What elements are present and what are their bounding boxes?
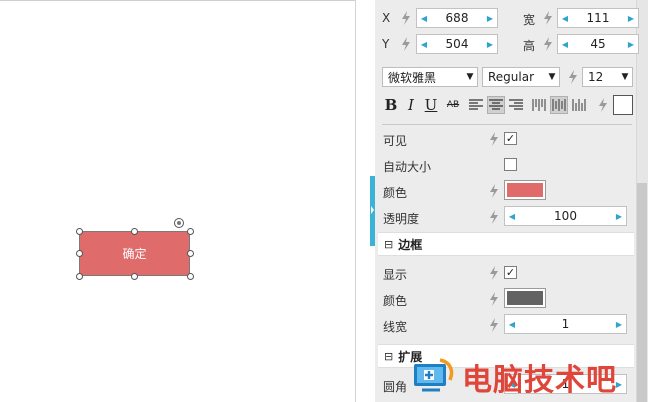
border-show-checkbox[interactable]: ✓ [504, 266, 517, 279]
opacity-decrement-icon[interactable]: ◀ [505, 207, 519, 225]
font-size-value: 12 [588, 70, 604, 84]
opacity-increment-icon[interactable]: ▶ [612, 207, 626, 225]
corner-radius-label: 圆角 [383, 380, 408, 394]
x-label: X [382, 11, 391, 25]
bold-button[interactable]: B [382, 96, 400, 114]
width-increment-icon[interactable]: ▶ [624, 9, 638, 27]
resize-handle-top-right[interactable] [187, 228, 194, 235]
y-bolt-icon[interactable] [401, 37, 411, 51]
height-stepper[interactable]: ◀ 45 ▶ [557, 34, 639, 54]
x-value[interactable]: 688 [431, 11, 483, 25]
font-family-value: 微软雅黑 [388, 70, 437, 85]
font-style-value: Regular [488, 70, 535, 84]
watermark-text: 电脑技术吧 [462, 363, 617, 398]
rotate-handle-icon[interactable] [174, 218, 184, 228]
autosize-checkbox[interactable] [504, 158, 517, 171]
property-panel [375, 0, 648, 402]
font-size-dropdown-icon[interactable]: ▼ [618, 72, 632, 82]
extend-collapse-icon[interactable]: ⊟ [384, 350, 393, 363]
border-width-label: 线宽 [383, 320, 408, 334]
valign-bottom-icon[interactable] [570, 96, 588, 114]
design-canvas[interactable]: 确定 [0, 0, 356, 402]
toolbar-divider [382, 124, 632, 125]
align-left-icon[interactable] [467, 96, 485, 114]
font-family-dropdown-icon[interactable]: ▼ [463, 72, 477, 82]
panel-gutter [356, 0, 370, 402]
opacity-bolt-icon[interactable] [489, 210, 499, 224]
valign-middle-icon[interactable] [550, 96, 568, 114]
resize-handle-bottom-left[interactable] [76, 273, 83, 280]
font-size-bolt-icon[interactable] [568, 70, 578, 84]
resize-handle-right[interactable] [187, 250, 194, 257]
border-section-header[interactable]: ⊟ 边框 [378, 232, 634, 256]
resize-handle-top-left[interactable] [76, 228, 83, 235]
width-bolt-icon[interactable] [543, 11, 553, 25]
height-value[interactable]: 45 [572, 37, 624, 51]
fill-color-bolt-icon[interactable] [489, 184, 499, 198]
opacity-label: 透明度 [383, 212, 420, 226]
height-label: 高 [523, 39, 536, 53]
fill-color-label: 颜色 [383, 186, 408, 200]
fill-color-swatch[interactable] [504, 180, 546, 200]
widget-label: 确定 [122, 247, 147, 261]
width-label: 宽 [523, 13, 536, 27]
align-right-icon[interactable] [507, 96, 525, 114]
visible-checkbox[interactable]: ✓ [504, 132, 517, 145]
height-decrement-icon[interactable]: ◀ [558, 35, 572, 53]
strikethrough-button[interactable]: AB [443, 96, 463, 114]
border-color-swatch[interactable] [504, 288, 546, 308]
width-decrement-icon[interactable]: ◀ [558, 9, 572, 27]
valign-top-icon[interactable] [530, 96, 548, 114]
y-decrement-icon[interactable]: ◀ [417, 35, 431, 53]
align-center-icon[interactable] [487, 96, 505, 114]
watermark: 电脑技术吧 [410, 352, 648, 402]
text-color-bolt-icon[interactable] [598, 98, 608, 112]
y-increment-icon[interactable]: ▶ [483, 35, 497, 53]
border-color-label: 颜色 [383, 294, 408, 308]
canvas-top-border [0, 0, 356, 1]
y-label: Y [382, 37, 390, 51]
text-color-swatch[interactable] [613, 95, 633, 115]
italic-button[interactable]: I [402, 96, 420, 114]
border-width-value[interactable]: 1 [519, 317, 612, 331]
font-family-select[interactable]: 微软雅黑 ▼ [382, 67, 478, 87]
autosize-label: 自动大小 [383, 160, 432, 174]
font-size-select[interactable]: 12 ▼ [582, 67, 633, 87]
border-section-title: 边框 [398, 237, 423, 252]
resize-handle-bottom-right[interactable] [187, 273, 194, 280]
font-style-dropdown-icon[interactable]: ▼ [545, 72, 559, 82]
height-increment-icon[interactable]: ▶ [624, 35, 638, 53]
border-show-label: 显示 [383, 268, 408, 282]
visible-bolt-icon[interactable] [489, 132, 499, 146]
border-width-decrement-icon[interactable]: ◀ [505, 315, 519, 333]
border-width-increment-icon[interactable]: ▶ [612, 315, 626, 333]
resize-handle-top[interactable] [131, 228, 138, 235]
underline-button[interactable]: U [422, 96, 440, 114]
width-value[interactable]: 111 [572, 11, 624, 25]
border-color-bolt-icon[interactable] [489, 292, 499, 306]
height-bolt-icon[interactable] [543, 37, 553, 51]
font-style-select[interactable]: Regular ▼ [482, 67, 560, 87]
watermark-logo-icon [410, 354, 456, 401]
opacity-stepper[interactable]: ◀ 100 ▶ [504, 206, 627, 226]
x-decrement-icon[interactable]: ◀ [417, 9, 431, 27]
resize-handle-left[interactable] [76, 250, 83, 257]
border-collapse-icon[interactable]: ⊟ [384, 238, 393, 251]
y-stepper[interactable]: ◀ 504 ▶ [416, 34, 498, 54]
fill-color-swatch-fill [507, 183, 543, 197]
x-increment-icon[interactable]: ▶ [483, 9, 497, 27]
x-bolt-icon[interactable] [401, 11, 411, 25]
width-stepper[interactable]: ◀ 111 ▶ [557, 8, 639, 28]
selected-button-widget[interactable]: 确定 [79, 231, 190, 276]
border-color-swatch-fill [507, 291, 543, 305]
y-value[interactable]: 504 [431, 37, 483, 51]
x-stepper[interactable]: ◀ 688 ▶ [416, 8, 498, 28]
visible-label: 可见 [383, 134, 408, 148]
opacity-value[interactable]: 100 [519, 209, 612, 223]
border-width-stepper[interactable]: ◀ 1 ▶ [504, 314, 627, 334]
resize-handle-bottom[interactable] [131, 273, 138, 280]
border-show-bolt-icon[interactable] [489, 266, 499, 280]
border-width-bolt-icon[interactable] [489, 318, 499, 332]
